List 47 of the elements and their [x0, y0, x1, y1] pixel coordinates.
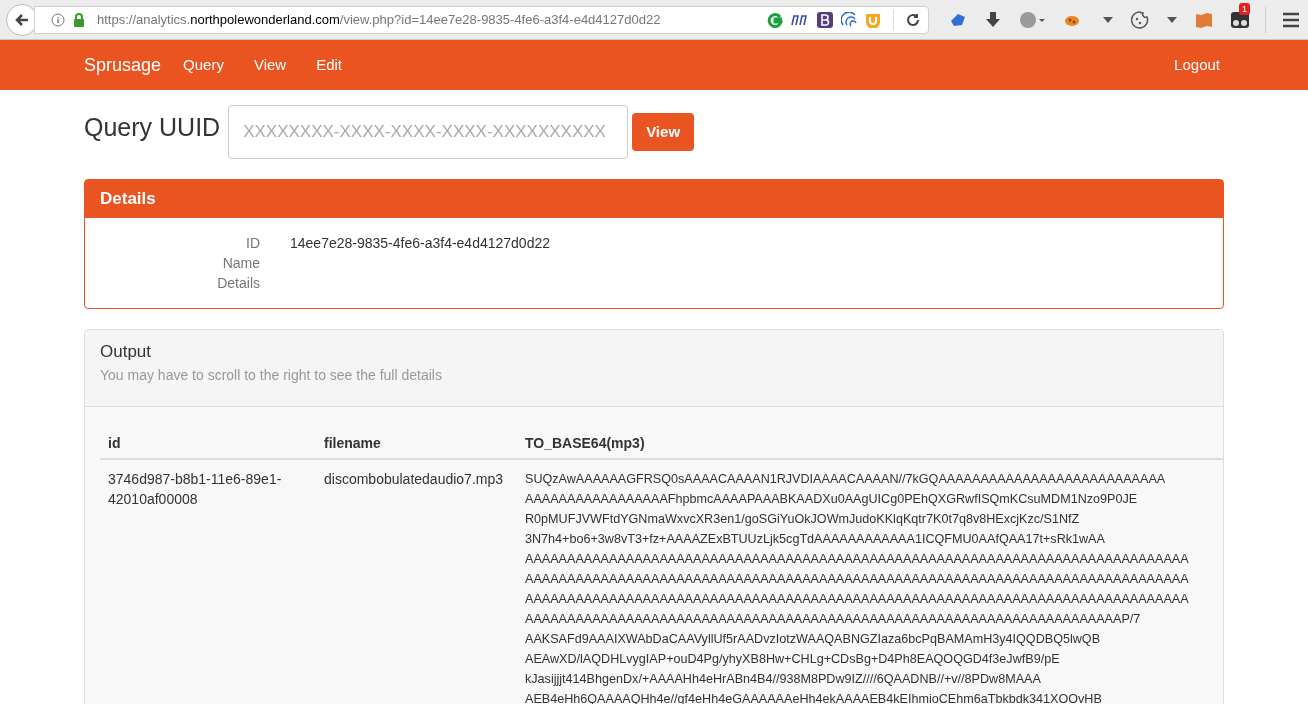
column-header: filename — [324, 433, 381, 453]
extension-icon[interactable] — [817, 11, 833, 28]
nav-link[interactable]: View — [253, 53, 287, 77]
base64-line: 3N7h4+bo6+3w8vT3+fz+AAAAZExBTUUzLjk5cgTdAAAAAAAAAAAA1ICQFMU0AAfQAA17t+sRk1wAA — [525, 531, 1105, 546]
cookie-icon[interactable] — [1131, 10, 1149, 29]
base64-line: AAKSAFd9AAAIXWAbDaCAAVyllUf5rAADvzIotzWAAQABNGZIaza6bcPqBAMAmH3y4IQQDBQ5lwQB — [525, 631, 1101, 646]
base64-line: SUQzAwAAAAAAGFRSQ0sAAAACAAAAN1RJVDIAAAACAAAAN//7kGQAAAAAAAAAAAAAAAAAAAAAAAAAAA — [525, 471, 1166, 486]
url-text: https://analytics.northpolewonderland.com/view.php?id=14ee7e28-9835-4fe6-a3f4-e4d4127d0d22 — [97, 10, 661, 29]
panel-title: Details — [85, 180, 1223, 218]
base64-line: kJasijjjt414BhgenDx/+AAAAHh4eHrABn4B4//938M8PDw9IZ////6QAADNB//+v//8PDw8MAAA — [525, 671, 1041, 686]
download-icon[interactable] — [985, 10, 1001, 29]
field-value: 14ee7e28-9835-4fe6-a3f4-e4d4127d0d22 — [290, 234, 550, 253]
address-bar[interactable]: https://analytics.northpolewonderland.com/view.php?id=14ee7e28-9835-4fe6-a3f4-e4d4127d0d22 — [34, 5, 929, 34]
base64-line: AAAAAAAAAAAAAAAAAFhpbmcAAAAPAAABKAADXu0AAgUICg0PEhQXGRwfISQmKCsuMDM1Nzo9P0JE — [525, 491, 1138, 506]
panel-title: Output — [100, 341, 153, 363]
nav-link[interactable]: Query — [183, 53, 224, 77]
field-label: Name — [221, 254, 260, 273]
menu-icon[interactable] — [1282, 11, 1300, 28]
column-header: TO_BASE64(mp3) — [525, 433, 645, 453]
map-icon[interactable] — [1195, 11, 1213, 28]
query-heading: Query UUID — [84, 112, 221, 144]
back-arrow-icon — [14, 11, 30, 28]
field-label: ID — [245, 234, 260, 253]
nav-link[interactable]: Edit — [316, 53, 343, 77]
lock-icon — [73, 12, 85, 27]
extension-icon[interactable] — [1231, 11, 1249, 28]
reload-icon[interactable] — [906, 12, 920, 27]
table-cell: discombobulatedaudio7.mp3 — [324, 470, 503, 487]
caret-icon[interactable] — [1103, 16, 1113, 23]
extension-icon[interactable] — [841, 11, 857, 28]
brand-link[interactable]: Sprusage — [84, 51, 162, 79]
base64-line: AAAAAAAAAAAAAAAAAAAAAAAAAAAAAAAAAAAAAAAAAAAAAAAAAAAAAAAAAAAAAAAAAAAAAAAAAAAAAAA — [525, 571, 1189, 586]
base64-line: AAAAAAAAAAAAAAAAAAAAAAAAAAAAAAAAAAAAAAAAAAAAAAAAAAAAAAAAAAAAAAAAAAAAAAAAAAAAAAA — [525, 591, 1189, 606]
base64-line: AAAAAAAAAAAAAAAAAAAAAAAAAAAAAAAAAAAAAAAAAAAAAAAAAAAAAAAAAAAAAAAAAAAAAAAAAAAAAAA — [525, 551, 1189, 566]
base64-line: R0pMUFJVWFtdYGNmaWxvcXR3en1/goSGiYuOkJOWmJudoKKlqKqtr7K0t7q8v8HExcjKzc/S1NfZ — [525, 511, 1080, 526]
notification-badge: 1 — [1239, 2, 1250, 15]
view-button[interactable]: View — [632, 113, 695, 151]
caret-icon[interactable] — [1167, 16, 1177, 23]
logout-link[interactable]: Logout — [1174, 53, 1220, 77]
base64-line: AAAAAAAAAAAAAAAAAAAAAAAAAAAAAAAAAAAAAAAAAAAAAAAAAAAAAAAAAAAAAAAAAAAAAAAP/7 — [525, 611, 1141, 626]
base64-line: AEAwXD/lAQDHLvygIAP+ouD4Pg/yhyXB8Hw+CHLg+CDsBg+D4Ph8EAQOQGD4f3eJwfB9/pE — [525, 651, 1060, 666]
info-icon[interactable] — [51, 12, 65, 27]
field-label: Details — [216, 274, 260, 293]
panel-subtitle: You may have to scroll to the right to see the full details — [100, 365, 443, 385]
uuid-input[interactable]: XXXXXXXX-XXXX-XXXX-XXXX-XXXXXXXXXX — [228, 105, 629, 159]
table-cell: 3746d987-b8b1-11e6-89e1-42010af00008 — [108, 470, 282, 507]
column-header: id — [108, 433, 121, 453]
